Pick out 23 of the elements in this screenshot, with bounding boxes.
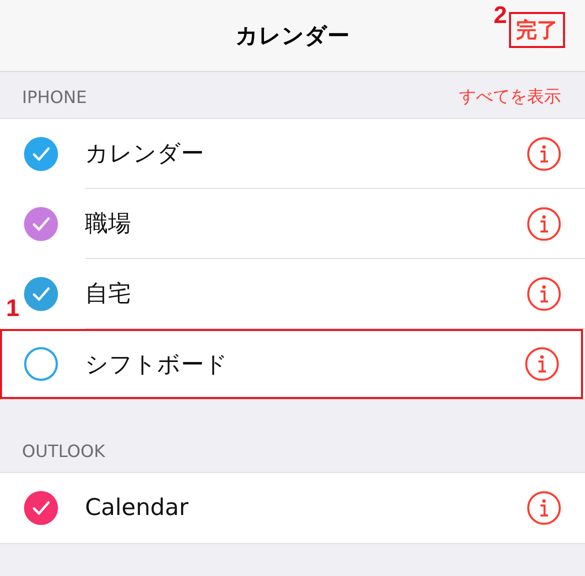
callout-number: 1 [6, 297, 20, 321]
screen-title: カレンダー [236, 22, 350, 50]
calendar-checkbox[interactable] [24, 277, 58, 311]
section-header: OUTLOOK [22, 442, 105, 462]
calendar-checkbox[interactable] [24, 137, 58, 171]
calendar-row[interactable]: カレンダー [0, 119, 585, 189]
calendar-name: 職場 [85, 210, 131, 239]
calendar-name: カレンダー [85, 140, 204, 169]
calendar-checkbox[interactable] [24, 491, 58, 525]
info-icon[interactable] [527, 206, 561, 240]
callout-number: 2 [494, 4, 507, 28]
calendar-name: Calendar [85, 495, 188, 521]
info-icon[interactable] [527, 136, 561, 170]
calendar-checkbox[interactable] [24, 347, 58, 381]
info-icon[interactable] [525, 347, 559, 381]
calendar-name: 自宅 [85, 280, 131, 309]
calendar-name: シフトボード [85, 350, 228, 380]
section-header: IPHONE [22, 88, 87, 108]
info-icon[interactable] [527, 276, 561, 310]
info-icon[interactable] [527, 491, 561, 525]
calendar-checkbox[interactable] [24, 207, 58, 241]
calendar-row[interactable]: Calendar [0, 473, 585, 543]
calendar-row[interactable]: 職場 [0, 189, 585, 259]
